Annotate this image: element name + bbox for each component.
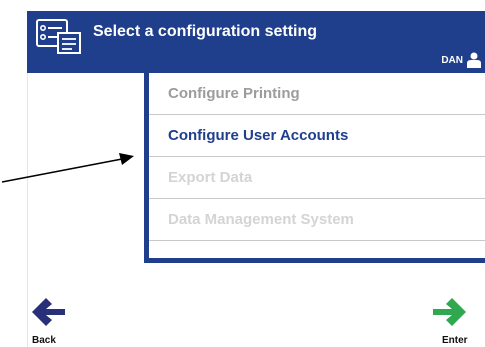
config-menu-list: Configure Printing Configure User Accoun… bbox=[149, 73, 485, 258]
header-bar: Select a configuration setting DAN bbox=[27, 11, 485, 73]
menu-item-data-management-system: Data Management System bbox=[149, 199, 485, 241]
menu-item-export-data: Export Data bbox=[149, 157, 485, 199]
user-name: DAN bbox=[441, 54, 463, 66]
menu-item-configure-user-accounts[interactable]: Configure User Accounts bbox=[149, 115, 485, 157]
menu-item-label: Data Management System bbox=[168, 211, 354, 228]
back-button[interactable] bbox=[32, 298, 66, 326]
back-label: Back bbox=[32, 335, 56, 346]
page-title: Select a configuration setting bbox=[93, 23, 318, 40]
menu-item-label: Export Data bbox=[168, 169, 253, 186]
enter-button[interactable] bbox=[432, 298, 466, 326]
menu-item-label: Configure User Accounts bbox=[168, 127, 349, 144]
arrow-left-icon bbox=[32, 298, 65, 326]
config-menu-panel: Configure Printing Configure User Accoun… bbox=[144, 73, 485, 263]
annotation-arrow bbox=[1, 153, 134, 183]
enter-label: Enter bbox=[442, 335, 468, 346]
user-badge[interactable]: DAN bbox=[441, 51, 481, 69]
menu-item-configure-printing[interactable]: Configure Printing bbox=[149, 73, 485, 115]
menu-item-label: Configure Printing bbox=[168, 85, 300, 102]
user-icon bbox=[467, 52, 481, 68]
settings-panel-icon bbox=[36, 19, 81, 54]
arrow-right-icon bbox=[433, 298, 466, 326]
